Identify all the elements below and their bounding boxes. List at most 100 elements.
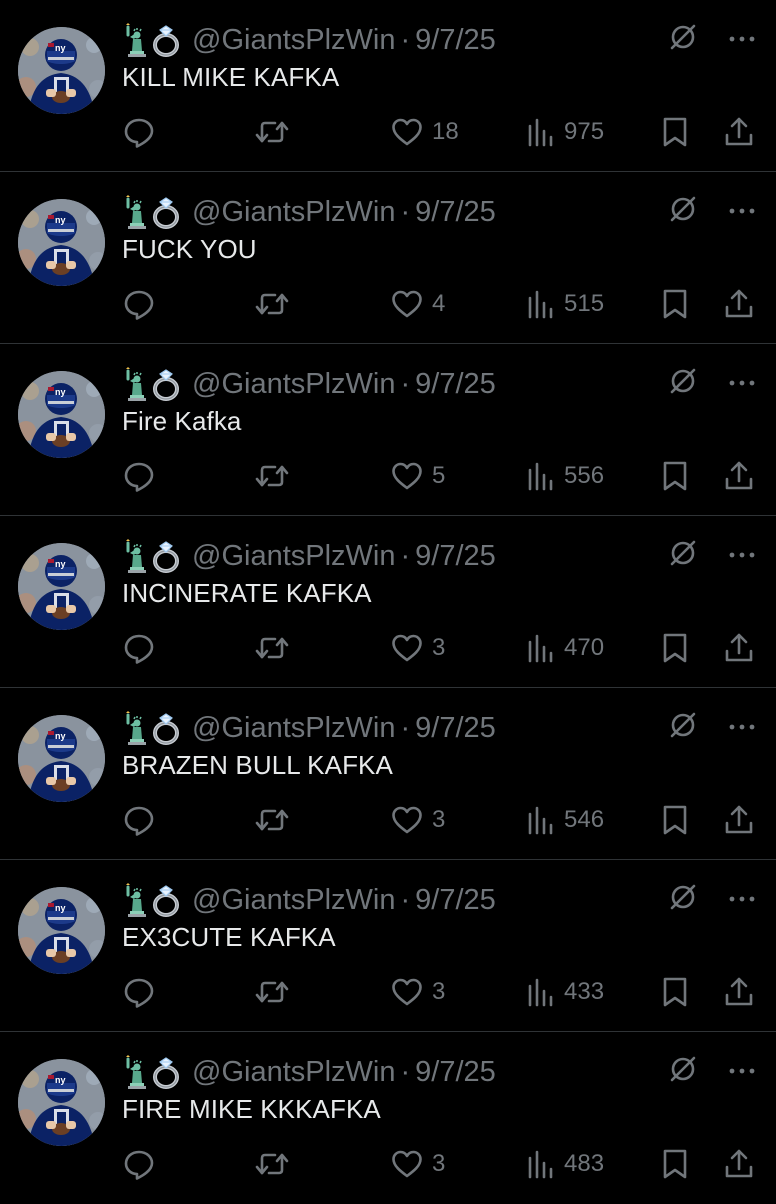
like-button[interactable]: 3 bbox=[390, 1142, 445, 1186]
tweet[interactable]: ny bbox=[0, 344, 776, 516]
grok-icon[interactable] bbox=[668, 882, 698, 917]
tweet[interactable]: ny bbox=[0, 688, 776, 860]
reply-button[interactable] bbox=[122, 454, 156, 498]
bookmark-button[interactable] bbox=[660, 626, 690, 670]
retweet-button[interactable] bbox=[254, 798, 290, 842]
views-button[interactable]: 546 bbox=[526, 798, 604, 842]
reply-button[interactable] bbox=[122, 626, 156, 670]
ring-icon bbox=[152, 195, 182, 229]
user-handle[interactable]: @GiantsPlzWin bbox=[192, 368, 395, 401]
user-handle[interactable]: @GiantsPlzWin bbox=[192, 540, 395, 573]
more-icon[interactable] bbox=[728, 203, 756, 221]
tweet-date[interactable]: 9/7/25 bbox=[415, 196, 496, 229]
retweet-button[interactable] bbox=[254, 110, 290, 154]
tweet-header: @GiantsPlzWin · 9/7/25 bbox=[122, 364, 496, 404]
tweet-date[interactable]: 9/7/25 bbox=[415, 712, 496, 745]
share-button[interactable] bbox=[722, 282, 756, 326]
tweet-feed: ny @GiantsPlzWin · 9/7/25 KILL MIKE KAFK… bbox=[0, 0, 776, 1200]
like-button[interactable]: 3 bbox=[390, 626, 445, 670]
separator-dot: · bbox=[400, 883, 411, 916]
views-button[interactable]: 470 bbox=[526, 626, 604, 670]
grok-icon[interactable] bbox=[668, 710, 698, 745]
user-handle[interactable]: @GiantsPlzWin bbox=[192, 712, 395, 745]
views-button[interactable]: 975 bbox=[526, 110, 604, 154]
tweet-text: FIRE MIKE KKKAFKA bbox=[122, 1094, 381, 1124]
grok-icon[interactable] bbox=[668, 538, 698, 573]
avatar[interactable]: ny bbox=[18, 371, 105, 458]
like-count: 3 bbox=[432, 806, 446, 833]
tweet-date[interactable]: 9/7/25 bbox=[415, 24, 496, 57]
avatar[interactable]: ny bbox=[18, 1059, 105, 1146]
more-icon[interactable] bbox=[728, 31, 756, 49]
grok-icon[interactable] bbox=[668, 366, 698, 401]
tweet[interactable]: ny bbox=[0, 0, 776, 172]
view-count: 556 bbox=[564, 462, 605, 489]
bookmark-button[interactable] bbox=[660, 970, 690, 1014]
views-button[interactable]: 515 bbox=[526, 282, 604, 326]
share-button[interactable] bbox=[722, 1142, 756, 1186]
bookmark-button[interactable] bbox=[660, 454, 690, 498]
like-button[interactable]: 5 bbox=[390, 454, 445, 498]
user-handle[interactable]: @GiantsPlzWin bbox=[192, 884, 395, 917]
avatar-image: ny bbox=[18, 199, 105, 286]
user-handle[interactable]: @GiantsPlzWin bbox=[192, 24, 395, 57]
share-button[interactable] bbox=[722, 626, 756, 670]
avatar[interactable]: ny bbox=[18, 27, 105, 114]
like-button[interactable]: 3 bbox=[390, 798, 445, 842]
reply-button[interactable] bbox=[122, 110, 156, 154]
tweet[interactable]: ny bbox=[0, 172, 776, 344]
tweet-date[interactable]: 9/7/25 bbox=[415, 1056, 496, 1089]
more-icon[interactable] bbox=[728, 1063, 756, 1081]
like-count: 3 bbox=[432, 978, 446, 1005]
more-icon[interactable] bbox=[728, 891, 756, 909]
like-button[interactable]: 18 bbox=[390, 110, 459, 154]
view-count: 483 bbox=[564, 1150, 605, 1177]
reply-button[interactable] bbox=[122, 282, 156, 326]
separator-dot: · bbox=[400, 711, 411, 744]
avatar[interactable]: ny bbox=[18, 715, 105, 802]
share-button[interactable] bbox=[722, 970, 756, 1014]
bookmark-button[interactable] bbox=[660, 110, 690, 154]
grok-icon[interactable] bbox=[668, 1054, 698, 1089]
views-button[interactable]: 556 bbox=[526, 454, 604, 498]
bookmark-button[interactable] bbox=[660, 1142, 690, 1186]
more-icon[interactable] bbox=[728, 375, 756, 393]
like-button[interactable]: 4 bbox=[390, 282, 445, 326]
avatar[interactable]: ny bbox=[18, 887, 105, 974]
tweet-date[interactable]: 9/7/25 bbox=[415, 884, 496, 917]
separator-dot: · bbox=[400, 367, 411, 400]
more-icon[interactable] bbox=[728, 547, 756, 565]
statue-of-liberty-icon bbox=[122, 367, 148, 401]
tweet[interactable]: ny bbox=[0, 1032, 776, 1204]
tweet[interactable]: ny bbox=[0, 516, 776, 688]
retweet-button[interactable] bbox=[254, 1142, 290, 1186]
user-handle[interactable]: @GiantsPlzWin bbox=[192, 196, 395, 229]
more-icon[interactable] bbox=[728, 719, 756, 737]
retweet-button[interactable] bbox=[254, 626, 290, 670]
retweet-button[interactable] bbox=[254, 454, 290, 498]
views-icon bbox=[528, 806, 553, 835]
share-button[interactable] bbox=[722, 798, 756, 842]
tweet-date[interactable]: 9/7/25 bbox=[415, 540, 496, 573]
retweet-button[interactable] bbox=[254, 282, 290, 326]
avatar[interactable]: ny bbox=[18, 543, 105, 630]
grok-icon[interactable] bbox=[668, 194, 698, 229]
bookmark-button[interactable] bbox=[660, 798, 690, 842]
avatar[interactable]: ny bbox=[18, 199, 105, 286]
views-button[interactable]: 483 bbox=[526, 1142, 604, 1186]
user-handle[interactable]: @GiantsPlzWin bbox=[192, 1056, 395, 1089]
tweet-date[interactable]: 9/7/25 bbox=[415, 368, 496, 401]
share-button[interactable] bbox=[722, 454, 756, 498]
share-button[interactable] bbox=[722, 110, 756, 154]
tweet[interactable]: ny bbox=[0, 860, 776, 1032]
bookmark-button[interactable] bbox=[660, 282, 690, 326]
reply-button[interactable] bbox=[122, 1142, 156, 1186]
reply-button[interactable] bbox=[122, 970, 156, 1014]
like-button[interactable]: 3 bbox=[390, 970, 445, 1014]
tweet-text: FUCK YOU bbox=[122, 234, 257, 264]
grok-icon[interactable] bbox=[668, 22, 698, 57]
retweet-button[interactable] bbox=[254, 970, 290, 1014]
reply-button[interactable] bbox=[122, 798, 156, 842]
views-button[interactable]: 433 bbox=[526, 970, 604, 1014]
avatar-image: ny bbox=[18, 715, 105, 802]
